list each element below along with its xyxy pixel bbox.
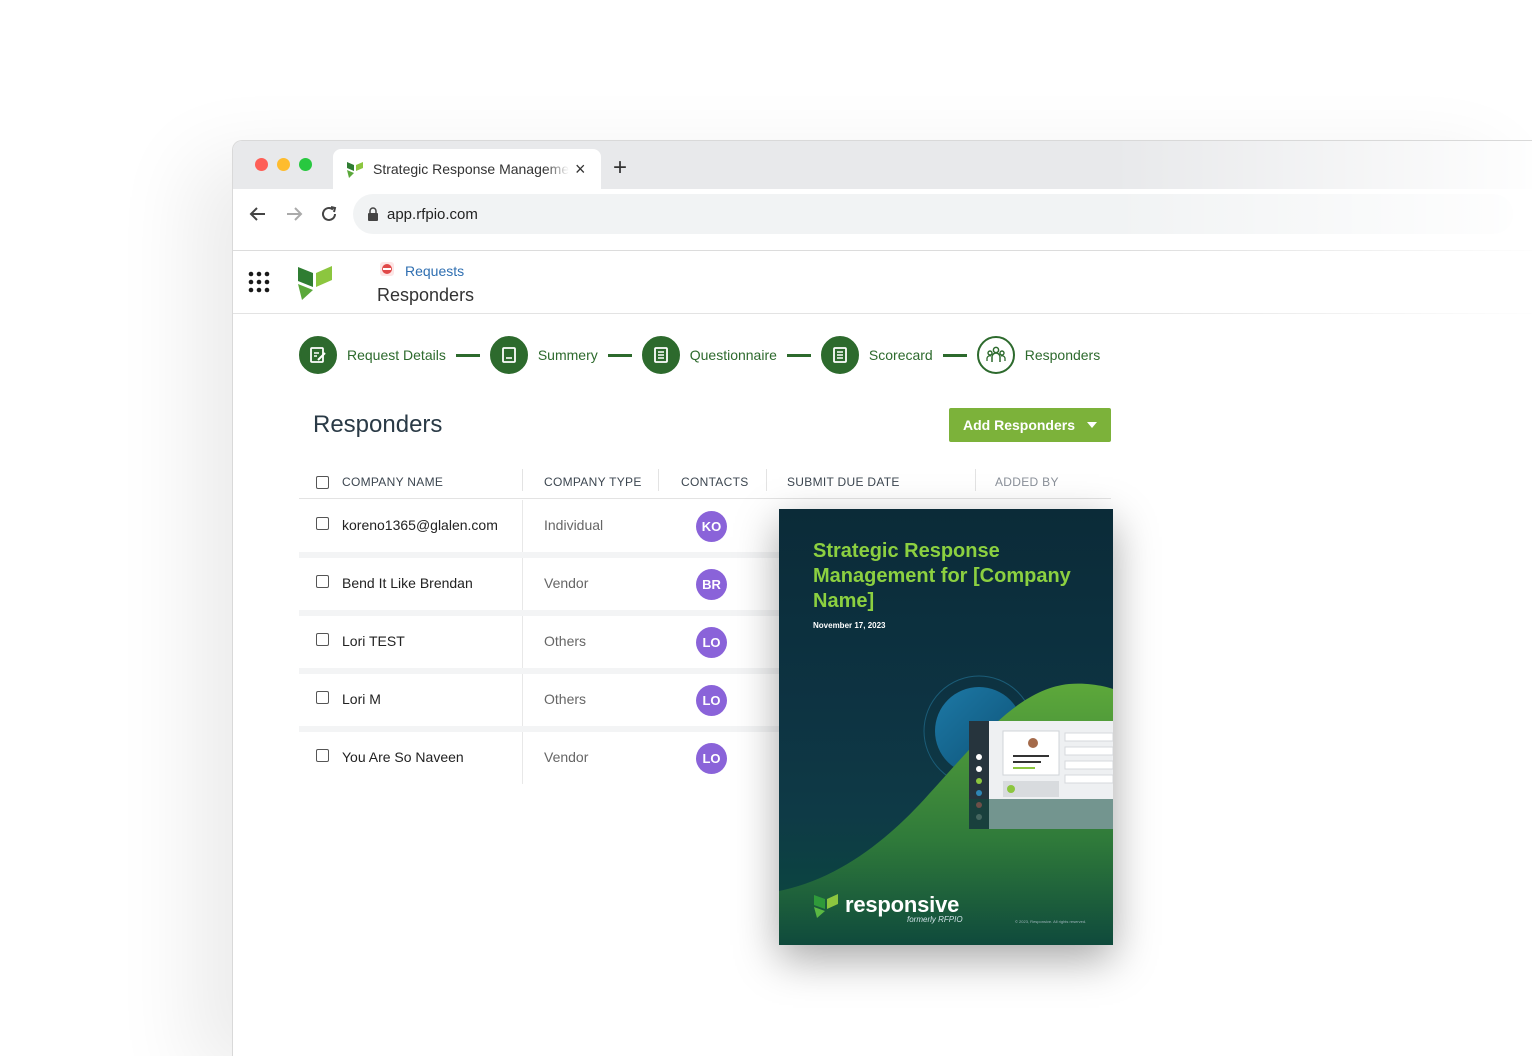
company-type: Vendor: [544, 749, 589, 765]
step-summery[interactable]: Summery: [489, 336, 598, 374]
table-header: COMPANY NAME COMPANY TYPE CONTACTS SUBMI…: [299, 467, 1111, 499]
edit-doc-icon: [299, 336, 337, 374]
company-name: koreno1365@glalen.com: [342, 517, 498, 533]
ebook-brand-sub: formerly RFPIO: [907, 915, 963, 924]
step-label: Responders: [1024, 347, 1101, 363]
column-divider: [522, 469, 523, 491]
company-name: Lori TEST: [342, 633, 405, 649]
address-bar[interactable]: app.rfpio.com: [353, 194, 1513, 234]
ebook-date: November 17, 2023: [813, 621, 886, 630]
column-header[interactable]: ADDED BY: [995, 475, 1059, 489]
forward-arrow-icon[interactable]: [283, 203, 305, 225]
company-name: Lori M: [342, 691, 381, 707]
column-header[interactable]: COMPANY NAME: [342, 475, 443, 489]
column-divider: [522, 558, 523, 610]
avatar[interactable]: LO: [696, 685, 727, 716]
step-label: Request Details: [347, 347, 446, 363]
column-divider: [522, 616, 523, 668]
doc-icon: [489, 336, 528, 374]
company-name: Bend It Like Brendan: [342, 575, 473, 591]
url-text: app.rfpio.com: [387, 205, 478, 223]
reload-icon[interactable]: [318, 203, 340, 225]
company-type: Individual: [544, 517, 604, 533]
avatar[interactable]: KO: [696, 511, 727, 542]
panel-title: Responders: [313, 411, 443, 438]
step-connector: [607, 353, 632, 357]
list-doc-icon: [820, 336, 859, 374]
step-connector: [786, 353, 811, 357]
step-scorecard[interactable]: Scorecard: [820, 336, 933, 374]
ebook-cover: Strategic Response Management for [Compa…: [779, 509, 1113, 945]
requests-icon: [380, 262, 394, 276]
column-divider: [522, 674, 523, 726]
row-checkbox[interactable]: [316, 749, 329, 762]
step-label: Scorecard: [868, 347, 933, 363]
column-divider: [975, 469, 976, 491]
avatar[interactable]: BR: [696, 569, 727, 600]
ebook-legal: © 2023, Responsive. All rights reserved.: [1015, 919, 1087, 924]
add-responders-button[interactable]: Add Responders: [949, 408, 1111, 442]
ebook-title: Strategic Response Management for [Compa…: [813, 540, 1071, 612]
people-icon: [976, 336, 1015, 374]
column-divider: [522, 732, 523, 784]
lock-icon: [368, 207, 378, 221]
browser-tab[interactable]: Strategic Response Management ×: [333, 149, 601, 189]
browser-toolbar: app.rfpio.com: [233, 189, 1532, 251]
page-title: Responders: [377, 285, 475, 305]
app-grid-icon[interactable]: [247, 270, 271, 294]
responsive-logo-icon: [814, 894, 838, 918]
row-checkbox[interactable]: [316, 633, 329, 646]
tab-close-icon[interactable]: ×: [575, 159, 586, 180]
company-type: Others: [544, 691, 587, 707]
add-responders-label: Add Responders: [962, 417, 1075, 433]
step-request-details[interactable]: Request Details: [299, 336, 446, 374]
tab-title: Strategic Response Management: [373, 161, 569, 177]
row-checkbox[interactable]: [316, 575, 329, 588]
responsive-logo-icon: [347, 162, 363, 178]
column-divider: [522, 500, 523, 552]
step-connector: [942, 353, 967, 357]
column-header[interactable]: CONTACTS: [681, 475, 749, 489]
company-type: Others: [544, 633, 587, 649]
avatar[interactable]: LO: [696, 743, 727, 774]
close-window-button[interactable]: [255, 158, 268, 171]
select-all-checkbox[interactable]: [316, 476, 329, 489]
column-divider: [658, 469, 659, 491]
tab-bar: Strategic Response Management × +: [233, 141, 1532, 189]
step-questionnaire[interactable]: Questionnaire: [641, 336, 777, 374]
step-label: Summery: [537, 347, 598, 363]
column-header[interactable]: SUBMIT DUE DATE: [787, 475, 900, 489]
app-header: Requests Responders: [233, 252, 1532, 314]
column-header[interactable]: COMPANY TYPE: [544, 475, 642, 489]
step-responders[interactable]: Responders: [976, 336, 1101, 374]
maximize-window-button[interactable]: [299, 158, 312, 171]
row-checkbox[interactable]: [316, 691, 329, 704]
list-doc-icon: [641, 336, 680, 374]
responsive-logo-icon[interactable]: [297, 265, 333, 301]
new-tab-button[interactable]: +: [613, 154, 627, 182]
chevron-down-icon: [1087, 422, 1097, 428]
step-connector: [455, 353, 480, 357]
avatar[interactable]: LO: [696, 627, 727, 658]
workflow-stepper: Request Details Summery Questionnaire Sc…: [299, 335, 1100, 375]
company-name: You Are So Naveen: [342, 749, 464, 765]
company-type: Vendor: [544, 575, 589, 591]
column-divider: [766, 469, 767, 491]
back-arrow-icon[interactable]: [247, 203, 269, 225]
step-label: Questionnaire: [689, 347, 777, 363]
minimize-window-button[interactable]: [277, 158, 290, 171]
breadcrumb-requests[interactable]: Requests: [405, 263, 464, 279]
row-checkbox[interactable]: [316, 517, 329, 530]
